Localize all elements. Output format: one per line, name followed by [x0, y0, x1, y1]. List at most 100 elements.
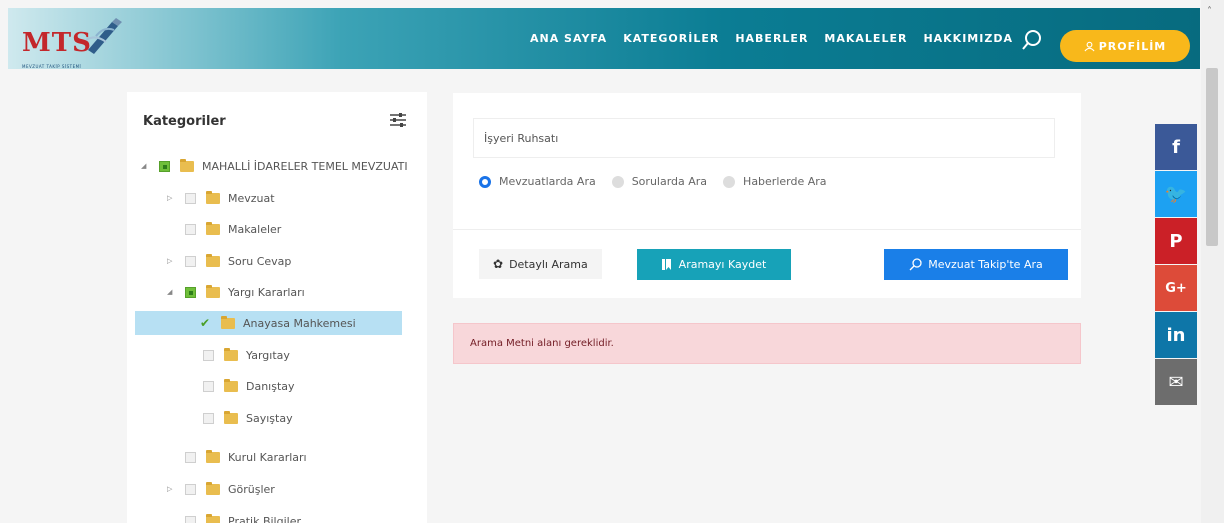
tree-item[interactable]: Makaleler — [167, 217, 281, 241]
category-title: Kategoriler — [143, 114, 226, 129]
nav-ana-sayfa[interactable]: ANA SAYFA — [530, 32, 607, 45]
detailed-search-button[interactable]: ✿ Detaylı Arama — [479, 249, 602, 279]
folder-icon — [180, 158, 194, 172]
checkbox[interactable] — [185, 483, 196, 495]
tree-item[interactable]: Sayıştay — [195, 406, 293, 430]
check-icon[interactable]: ✔ — [200, 316, 212, 330]
tree-item[interactable]: ◢ MAHALLİ İDARELER TEMEL MEVZUATI — [141, 154, 408, 178]
pinterest-icon[interactable]: P — [1155, 218, 1197, 264]
radio-haberler[interactable] — [723, 175, 736, 188]
caret-right-icon[interactable]: ▷ — [167, 194, 177, 202]
radio-sorular-label[interactable]: Sorularda Ara — [632, 175, 707, 188]
user-icon — [1084, 41, 1095, 51]
folder-icon — [206, 284, 220, 298]
checkbox[interactable] — [203, 380, 214, 392]
detailed-search-label: Detaylı Arama — [509, 257, 588, 271]
google-plus-icon[interactable]: G+ — [1155, 265, 1197, 311]
folder-icon — [224, 378, 238, 392]
save-search-label: Aramayı Kaydet — [678, 258, 767, 271]
folder-icon — [221, 315, 235, 329]
caret-down-icon[interactable]: ◢ — [167, 288, 177, 296]
tree-item[interactable]: Danıştay — [195, 374, 295, 398]
bookmark-icon — [661, 259, 671, 270]
folder-icon — [206, 190, 220, 204]
social-share-bar: f 🐦 P G+ in ✉ — [1155, 124, 1197, 406]
facebook-icon[interactable]: f — [1155, 124, 1197, 170]
twitter-icon[interactable]: 🐦 — [1155, 171, 1197, 217]
tree-item[interactable]: Kurul Kararları — [167, 445, 307, 469]
tree-item[interactable]: Yargıtay — [195, 343, 290, 367]
folder-icon — [206, 221, 220, 235]
search-icon — [909, 258, 922, 271]
search-input[interactable]: İşyeri Ruhsatı — [473, 118, 1055, 158]
search-scope-radios: Mevzuatlarda Ara Sorularda Ara Haberlerd… — [479, 175, 843, 188]
folder-icon — [224, 410, 238, 424]
pen-icon — [85, 18, 122, 54]
folder-icon — [206, 449, 220, 463]
category-panel: Kategoriler ◢ MAHALLİ İDARELER TEMEL MEVZ… — [127, 92, 427, 523]
nav-hakkimizda[interactable]: HAKKIMIZDA — [923, 32, 1013, 45]
tree-item-label: Görüşler — [228, 482, 275, 496]
caret-down-icon[interactable]: ◢ — [141, 162, 151, 170]
nav-kategoriler[interactable]: KATEGORİLER — [623, 32, 719, 45]
logo-subtitle: MEVZUAT TAKİP SİSTEMİ — [22, 64, 82, 69]
caret-right-icon[interactable]: ▷ — [167, 257, 177, 265]
checkbox[interactable] — [159, 160, 170, 172]
linkedin-icon[interactable]: in — [1155, 312, 1197, 358]
checkbox[interactable] — [203, 349, 214, 361]
search-icon[interactable] — [1020, 28, 1044, 52]
radio-mevzuat-label[interactable]: Mevzuatlarda Ara — [499, 175, 596, 188]
validation-alert: Arama Metni alanı gereklidir. — [453, 323, 1081, 364]
email-icon[interactable]: ✉ — [1155, 359, 1197, 405]
tree-item-label: MAHALLİ İDARELER TEMEL MEVZUATI — [202, 159, 408, 173]
nav-haberler[interactable]: HABERLER — [735, 32, 808, 45]
tree-item-label: Pratik Bilgiler — [228, 514, 301, 523]
caret-right-icon[interactable]: ▷ — [167, 485, 177, 493]
mevzuat-search-button[interactable]: Mevzuat Takip'te Ara — [884, 249, 1068, 280]
tree-item-label: Danıştay — [246, 379, 295, 393]
checkbox[interactable] — [203, 412, 214, 424]
search-panel: İşyeri Ruhsatı Mevzuatlarda Ara Sorulard… — [453, 93, 1081, 298]
site-logo[interactable]: MTS MEVZUAT TAKİP SİSTEMİ — [22, 16, 132, 69]
tree-item-label: Yargıtay — [246, 348, 290, 362]
folder-icon — [206, 481, 220, 495]
folder-icon — [224, 347, 238, 361]
tree-item[interactable]: ✔ Anayasa Mahkemesi — [135, 311, 402, 335]
top-header: MTS MEVZUAT TAKİP SİSTEMİ ANA SAYFA KATE… — [8, 8, 1200, 69]
gear-icon: ✿ — [493, 257, 504, 271]
radio-mevzuat[interactable] — [479, 175, 491, 188]
radio-haberler-label[interactable]: Haberlerde Ara — [743, 175, 826, 188]
tree-item[interactable]: ◢ Yargı Kararları — [167, 280, 305, 304]
checkbox[interactable] — [185, 223, 196, 235]
tree-item-label: Makaleler — [228, 222, 282, 236]
checkbox[interactable] — [185, 451, 196, 463]
tree-item[interactable]: ▷ Görüşler — [167, 477, 275, 501]
radio-sorular[interactable] — [611, 175, 624, 188]
profile-label: PROFİLİM — [1098, 39, 1167, 53]
scroll-up-icon[interactable]: ˄ — [1207, 6, 1212, 17]
tree-item[interactable]: ▷ Soru Cevap — [167, 249, 291, 273]
tree-item-label: Sayıştay — [246, 411, 293, 425]
tree-item-label: Mevzuat — [228, 191, 275, 205]
save-search-button[interactable]: Aramayı Kaydet — [637, 249, 791, 280]
folder-icon — [206, 253, 220, 267]
sliders-icon[interactable] — [389, 112, 407, 128]
folder-icon — [206, 513, 220, 523]
tree-item-label: Yargı Kararları — [228, 285, 305, 299]
checkbox[interactable] — [185, 515, 196, 523]
divider — [453, 229, 1081, 230]
mevzuat-search-label: Mevzuat Takip'te Ara — [928, 258, 1043, 271]
page-scrollbar[interactable]: ˄ — [1201, 0, 1224, 523]
checkbox[interactable] — [185, 255, 196, 267]
tree-item-label: Soru Cevap — [228, 254, 292, 268]
tree-item[interactable]: Pratik Bilgiler — [167, 509, 301, 523]
tree-item[interactable]: ▷ Mevzuat — [167, 186, 275, 210]
tree-item-label: Kurul Kararları — [228, 450, 307, 464]
scroll-thumb[interactable] — [1206, 68, 1218, 246]
checkbox[interactable] — [185, 286, 196, 298]
checkbox[interactable] — [185, 192, 196, 204]
main-nav: ANA SAYFA KATEGORİLER HABERLER MAKALELER… — [530, 32, 1029, 45]
nav-makaleler[interactable]: MAKALELER — [824, 32, 907, 45]
profile-button[interactable]: PROFİLİM — [1060, 30, 1190, 62]
tree-item-label: Anayasa Mahkemesi — [243, 316, 356, 330]
